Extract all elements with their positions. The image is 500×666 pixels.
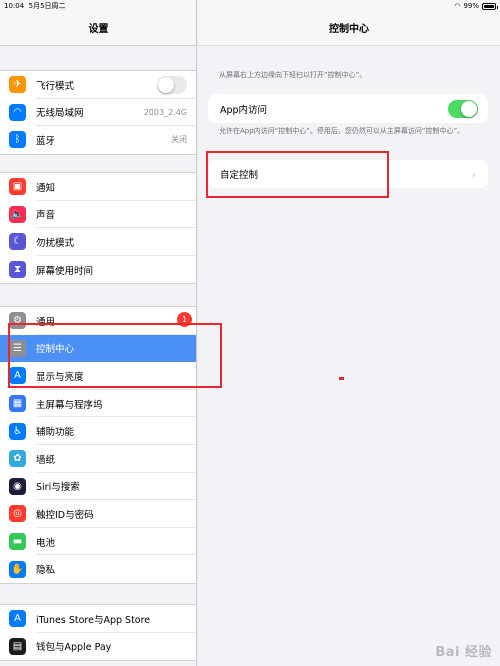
sidebar-item-hourglass[interactable]: ⧗ 屏幕使用时间 [0, 256, 196, 284]
battery-percent: 99% [463, 2, 479, 10]
status-time: 10:04 [4, 2, 25, 10]
sidebar-item-sound[interactable]: 🔈 声音 [0, 201, 196, 229]
wifi-icon: ◠ [9, 103, 26, 121]
sidebar-item-moon[interactable]: ☾ 勿扰模式 [0, 228, 196, 256]
sidebar-item-value: 关闭 [171, 135, 187, 145]
sidebar-item-label: 主屏幕与程序坞 [36, 399, 103, 411]
gear-icon: ⚙ [9, 312, 26, 330]
watermark-logo: Bai 经验 [435, 645, 492, 660]
toggle-knob [461, 100, 477, 117]
control-center-panel: 控制中心 从屏幕右上方边缘向下轻扫以打开“控制中心”。 App内访问 允许在Ap… [198, 0, 500, 666]
sidebar-item-label: 通用 [36, 316, 56, 328]
chevron-right-icon: › [471, 167, 476, 181]
home-screen-icon: ▦ [9, 395, 26, 413]
sidebar-item-bluetooth[interactable]: ᛒ 蓝牙 关闭 [0, 126, 196, 154]
wallet-icon: ▤ [9, 637, 26, 655]
sidebar-title: 设置 [88, 24, 109, 35]
sidebar-item-label: 通知 [36, 182, 56, 194]
sidebar-item-siri[interactable]: ◉ Siri与搜索 [0, 473, 196, 501]
sidebar-item-label: 无线局域网 [36, 108, 84, 120]
app-store-icon: A [9, 610, 26, 628]
sidebar-item-wallpaper[interactable]: ✿ 墙纸 [0, 445, 196, 473]
display-icon: A [9, 367, 26, 385]
bluetooth-icon: ᛒ [9, 131, 26, 149]
sidebar-item-wifi[interactable]: ◠ 无线局域网 2003_2.4G [0, 99, 196, 127]
sidebar-item-value: 2003_2.4G [143, 107, 187, 117]
app-access-caption: 允许在App内访问“控制中心”。停用后，您仍然可以从主屏幕访问“控制中心”。 [219, 127, 465, 135]
status-date: 5月5日周二 [28, 2, 66, 10]
sidebar-item-label: 声音 [36, 210, 56, 222]
app-access-label: App内访问 [220, 104, 268, 116]
sidebar-item-label: 飞行模式 [36, 80, 75, 92]
customize-controls-row[interactable]: 自定控制 › [208, 160, 488, 188]
status-right: ◠ 99% [454, 0, 498, 12]
sidebar-item-accessibility[interactable]: ♿ 辅助功能 [0, 417, 196, 445]
swipe-hint-caption: 从屏幕右上方边缘向下轻扫以打开“控制中心”。 [219, 71, 367, 79]
sidebar-item-app-store[interactable]: AiTunes Store与App Store [0, 605, 196, 633]
sidebar-item-label: iTunes Store与App Store [36, 614, 151, 626]
settings-group: ✈ 飞行模式 ◠ 无线局域网 2003_2.4G ᛒ 蓝牙 关闭 [0, 70, 196, 155]
sidebar-item-gear[interactable]: ⚙ 通用 1 [0, 307, 196, 335]
sidebar-item-airplane[interactable]: ✈ 飞行模式 [0, 71, 196, 99]
sidebar-item-label: 辅助功能 [36, 427, 75, 439]
sidebar-item-hand[interactable]: ✋ 隐私 [0, 555, 196, 583]
wifi-signal-icon: ◠ [454, 2, 461, 10]
app-access-toggle[interactable] [448, 99, 478, 118]
toggle-knob [158, 76, 174, 93]
status-bar: 10:04 5月5日周二 ◠ 99% [0, 0, 500, 12]
sidebar-item-label: 电池 [36, 537, 56, 549]
sidebar-item-label: 控制中心 [36, 344, 75, 356]
sidebar-item-label: 墙纸 [36, 454, 56, 466]
sidebar-item-label: Siri与搜索 [36, 482, 80, 494]
notification-badge: 1 [177, 312, 192, 327]
annotation-dot [339, 377, 344, 380]
airplane-icon: ✈ [9, 76, 26, 94]
sidebar-item-label: 隐私 [36, 565, 56, 577]
settings-sidebar: 设置 ✈ 飞行模式 ◠ 无线局域网 2003_2.4G ᛒ 蓝牙 关闭 ▣ 通知 🔈 声音 ☾ 勿扰模式 ⧗… [0, 0, 197, 666]
notifications-icon: ▣ [9, 178, 26, 196]
hand-icon: ✋ [9, 560, 26, 578]
settings-group: AiTunes Store与App Store ▤ 钱包与Apple Pay [0, 604, 196, 662]
airplane-mode-toggle[interactable] [157, 75, 187, 94]
hourglass-icon: ⧗ [9, 261, 26, 279]
settings-group: ▣ 通知 🔈 声音 ☾ 勿扰模式 ⧗ 屏幕使用时间 [0, 172, 196, 285]
sidebar-item-label: 勿扰模式 [36, 237, 75, 249]
siri-icon: ◉ [9, 477, 26, 495]
control-center-icon: ☰ [9, 339, 26, 357]
sidebar-item-label: 屏幕使用时间 [36, 265, 94, 277]
sidebar-item-label: 触控ID与密码 [36, 509, 94, 521]
moon-icon: ☾ [9, 233, 26, 251]
customize-controls-label: 自定控制 [220, 170, 259, 181]
sidebar-item-label: 钱包与Apple Pay [36, 642, 112, 654]
battery-icon: ▬ [9, 533, 26, 551]
status-time-date: 10:04 5月5日周二 [4, 0, 66, 12]
sidebar-item-fingerprint[interactable]: ◎ 触控ID与密码 [0, 500, 196, 528]
sidebar-item-control-center[interactable]: ☰ 控制中心 [0, 334, 196, 363]
sidebar-item-notifications[interactable]: ▣ 通知 [0, 173, 196, 201]
sidebar-item-battery[interactable]: ▬ 电池 [0, 528, 196, 556]
sidebar-item-label: 蓝牙 [36, 135, 56, 147]
fingerprint-icon: ◎ [9, 505, 26, 523]
wallpaper-icon: ✿ [9, 450, 26, 468]
battery-icon [482, 2, 498, 10]
sidebar-item-label: 显示与亮度 [36, 371, 84, 383]
settings-group: ⚙ 通用 1 ☰ 控制中心 A 显示与亮度 ▦ 主屏幕与程序坞 ♿ 辅助功能 ✿ 墙纸 ◉ Siri与搜索 ◎… [0, 306, 196, 584]
accessibility-icon: ♿ [9, 422, 26, 440]
app-access-row: App内访问 [208, 94, 488, 123]
sidebar-item-home-screen[interactable]: ▦ 主屏幕与程序坞 [0, 390, 196, 418]
sidebar-item-display[interactable]: A 显示与亮度 [0, 362, 196, 390]
page-title: 控制中心 [329, 24, 369, 35]
sound-icon: 🔈 [9, 205, 26, 223]
sidebar-item-wallet[interactable]: ▤ 钱包与Apple Pay [0, 633, 196, 661]
